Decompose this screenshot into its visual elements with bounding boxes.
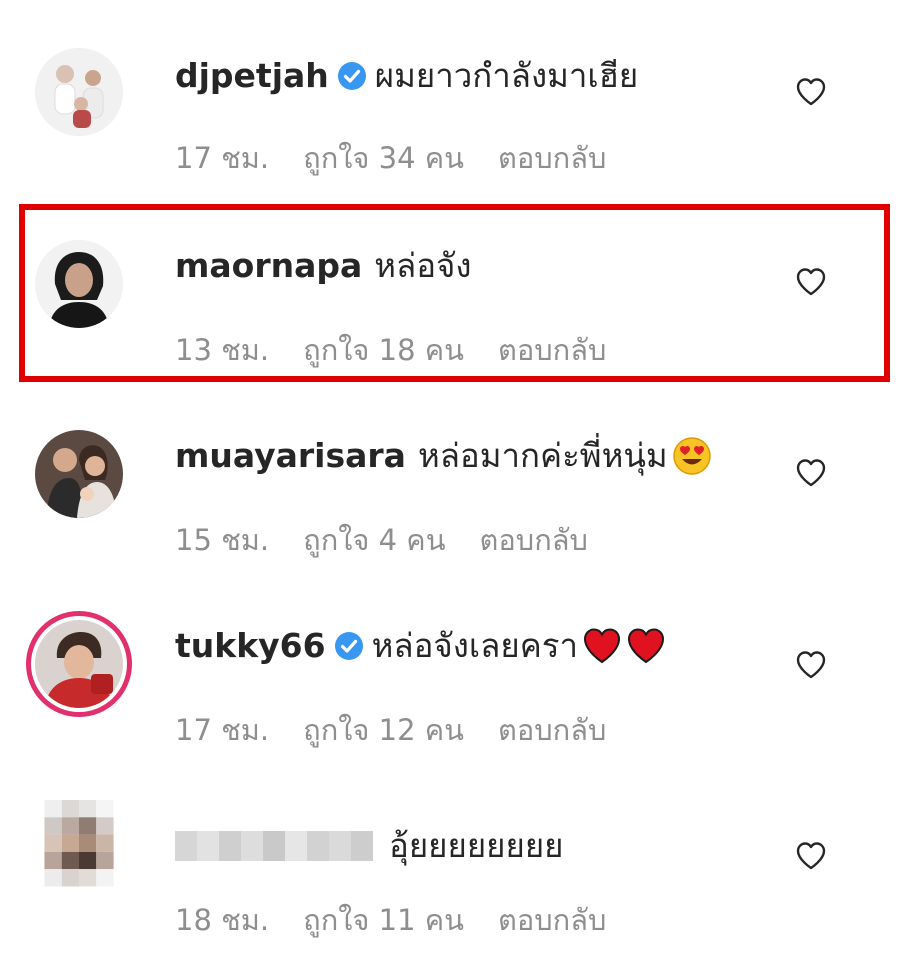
- comment-time: 17 ชม.: [175, 713, 270, 747]
- verified-badge-icon: [337, 61, 367, 91]
- heart-outline-icon[interactable]: [795, 840, 827, 872]
- heart-outline-icon[interactable]: [795, 649, 827, 681]
- red-heart-emoji-icon: [582, 626, 622, 666]
- comment-likes[interactable]: ถูกใจ 4 คน: [303, 520, 445, 560]
- comment-time: 18 ชม.: [175, 903, 270, 937]
- avatar[interactable]: [35, 800, 123, 888]
- avatar-image: [35, 620, 123, 708]
- blurred-username: [175, 831, 373, 861]
- reply-button[interactable]: ตอบกลับ: [498, 710, 606, 750]
- comment-time: 17 ชม.: [175, 141, 270, 175]
- avatar-image: [35, 48, 123, 136]
- comment-text: หล่อจังเลยครา: [371, 626, 579, 665]
- comment-item: muayarisara หล่อมากค่ะพี่หนุ่ม 15 ชม. ถู…: [0, 380, 900, 570]
- comment-username[interactable]: djpetjah: [175, 54, 329, 98]
- reply-button[interactable]: ตอบกลับ: [480, 520, 588, 560]
- avatar-image: [35, 430, 123, 518]
- red-heart-emoji-icon: [626, 626, 666, 666]
- reply-button[interactable]: ตอบกลับ: [498, 138, 606, 178]
- comment-time: 15 ชม.: [175, 523, 270, 557]
- comment-username[interactable]: muayarisara: [175, 434, 406, 478]
- comment-likes[interactable]: ถูกใจ 34 คน: [303, 138, 464, 178]
- verified-badge-icon: [334, 631, 364, 661]
- heart-outline-icon[interactable]: [795, 76, 827, 108]
- comment-item: tukky66 หล่อจังเลยครา 17 ชม. ถูกใจ 12 คน…: [0, 570, 900, 760]
- comment-username[interactable]: tukky66: [175, 624, 326, 668]
- avatar[interactable]: [35, 620, 123, 708]
- heart-eyes-emoji-icon: [672, 436, 712, 476]
- comment-likes[interactable]: ถูกใจ 11 คน: [303, 900, 464, 940]
- comment-likes[interactable]: ถูกใจ 12 คน: [303, 710, 464, 750]
- avatar[interactable]: [35, 48, 123, 136]
- reply-button[interactable]: ตอบกลับ: [498, 900, 606, 940]
- comment-text: หล่อมากค่ะพี่หนุ่ม: [417, 436, 668, 475]
- highlight-box: [19, 204, 890, 382]
- avatar-image: [44, 800, 114, 887]
- heart-outline-icon[interactable]: [795, 457, 827, 489]
- comment-item: อุ้ยยยยยยยย 18 ชม. ถูกใจ 11 คน ตอบกลับ: [0, 760, 900, 950]
- comment-item: djpetjah ผมยาวกำลังมาเฮีย 17 ชม. ถูกใจ 3…: [0, 0, 900, 190]
- comment-text: อุ้ยยยยยยยย: [389, 826, 564, 865]
- comment-text: ผมยาวกำลังมาเฮีย: [374, 56, 639, 95]
- avatar[interactable]: [35, 430, 123, 518]
